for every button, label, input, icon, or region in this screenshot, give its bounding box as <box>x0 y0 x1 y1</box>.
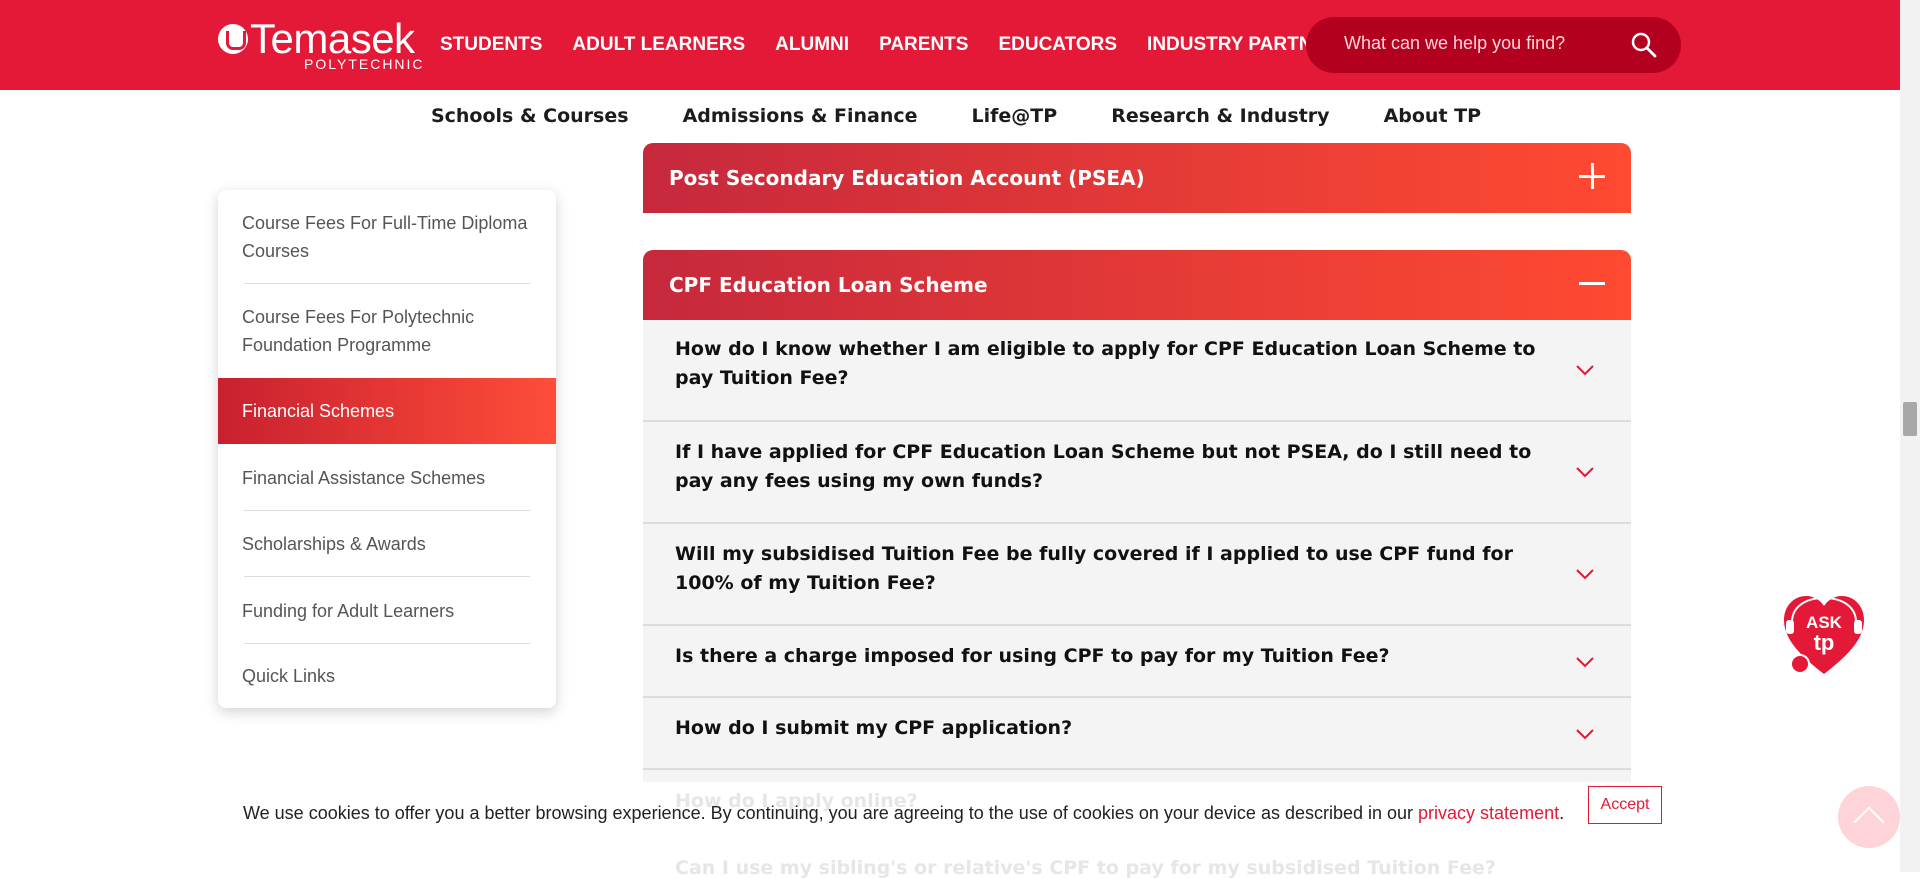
search-placeholder: What can we help you find? <box>1344 33 1566 53</box>
logo-subtitle: POLYTECHNIC <box>304 56 425 72</box>
subnav-admissions-finance[interactable]: Admissions & Finance <box>683 105 918 127</box>
main-nav: STUDENTS ADULT LEARNERS ALUMNI PARENTS E… <box>440 0 1352 90</box>
sidebar-item-label: Course Fees For Full-Time Diploma Course… <box>242 213 528 261</box>
top-header: Temasek POLYTECHNIC STUDENTS ADULT LEARN… <box>0 0 1900 90</box>
logo-icon <box>218 24 248 54</box>
sidebar-item-scholarships[interactable]: Scholarships & Awards <box>218 511 556 577</box>
faq-question: If I have applied for CPF Education Loan… <box>675 441 1532 492</box>
temasek-logo[interactable]: Temasek POLYTECHNIC <box>216 16 423 76</box>
accordion-title: CPF Education Loan Scheme <box>669 273 988 297</box>
tp-label: tp <box>1814 630 1835 655</box>
accordion-cpf[interactable]: CPF Education Loan Scheme <box>643 250 1631 320</box>
secondary-nav: Schools & Courses Admissions & Finance L… <box>0 90 1900 142</box>
scrollbar-track[interactable] <box>1900 0 1920 872</box>
cookie-text: We use cookies to offer you a better bro… <box>243 803 1419 823</box>
cookie-message: We use cookies to offer you a better bro… <box>243 803 1564 824</box>
sidebar-item-financial-assistance[interactable]: Financial Assistance Schemes <box>218 444 556 511</box>
faq-question: How do I know whether I am eligible to a… <box>675 338 1536 389</box>
nav-students[interactable]: STUDENTS <box>440 34 542 56</box>
back-to-top-button[interactable] <box>1838 786 1900 848</box>
faq-question: Can I use my sibling's or relative's CPF… <box>675 857 1496 879</box>
search-input[interactable]: What can we help you find? <box>1306 17 1681 73</box>
faq-question: Is there a charge imposed for using CPF … <box>675 645 1390 667</box>
nav-educators[interactable]: EDUCATORS <box>998 34 1117 56</box>
minus-icon[interactable] <box>1579 270 1605 296</box>
sidebar: Course Fees For Full-Time Diploma Course… <box>218 190 556 708</box>
chevron-down-icon[interactable] <box>1575 564 1595 584</box>
nav-adult-learners[interactable]: ADULT LEARNERS <box>572 34 745 56</box>
sidebar-item-label: Financial Schemes <box>242 401 395 421</box>
accept-cookies-button[interactable]: Accept <box>1588 786 1662 824</box>
sidebar-item-adult-funding[interactable]: Funding for Adult Learners <box>218 577 556 644</box>
faq-item[interactable]: Is there a charge imposed for using CPF … <box>643 626 1631 698</box>
nav-parents[interactable]: PARENTS <box>879 34 968 56</box>
sidebar-item-label: Quick Links <box>242 666 336 686</box>
sidebar-item-label: Financial Assistance Schemes <box>242 467 486 488</box>
sidebar-item-label: Course Fees For Polytechnic Foundation P… <box>242 307 475 355</box>
cookie-end: . <box>1559 803 1565 823</box>
faq-question: How do I submit my CPF application? <box>675 717 1073 739</box>
faq-item[interactable]: Will my subsidised Tuition Fee be fully … <box>643 524 1631 626</box>
sidebar-item-quick-links[interactable]: Quick Links <box>218 644 556 708</box>
sidebar-item-label: Scholarships & Awards <box>242 534 426 554</box>
privacy-statement-link[interactable]: privacy statement <box>1418 803 1559 823</box>
chevron-down-icon[interactable] <box>1575 360 1595 380</box>
sidebar-item-financial-schemes[interactable]: Financial Schemes <box>218 378 556 444</box>
faq-item[interactable]: If I have applied for CPF Education Loan… <box>643 422 1631 524</box>
scrollbar-thumb[interactable] <box>1903 402 1917 436</box>
subnav-life-at-tp[interactable]: Life@TP <box>972 105 1058 127</box>
sidebar-item-course-fees-diploma[interactable]: Course Fees For Full-Time Diploma Course… <box>218 190 556 284</box>
faq-item[interactable]: How do I submit my CPF application? <box>643 698 1631 770</box>
plus-icon[interactable] <box>1579 163 1605 189</box>
search-icon[interactable] <box>1630 31 1658 59</box>
subnav-research-industry[interactable]: Research & Industry <box>1111 105 1329 127</box>
subnav-schools-courses[interactable]: Schools & Courses <box>431 105 629 127</box>
subnav-about-tp[interactable]: About TP <box>1384 105 1481 127</box>
chevron-down-icon[interactable] <box>1575 652 1595 672</box>
ask-tp-chatbot-icon[interactable]: ASK tp <box>1778 590 1870 682</box>
faq-item[interactable]: How do I know whether I am eligible to a… <box>643 320 1631 422</box>
sidebar-item-label: Funding for Adult Learners <box>242 600 455 621</box>
chevron-down-icon[interactable] <box>1575 724 1595 744</box>
sidebar-item-course-fees-pfp[interactable]: Course Fees For Polytechnic Foundation P… <box>218 284 556 378</box>
chevron-down-icon[interactable] <box>1575 462 1595 482</box>
cookie-banner: How do I apply online? Can I use my sibl… <box>0 782 1900 879</box>
nav-alumni[interactable]: ALUMNI <box>775 34 849 56</box>
accordion-psea[interactable]: Post Secondary Education Account (PSEA) <box>643 143 1631 213</box>
faq-question: Will my subsidised Tuition Fee be fully … <box>675 543 1513 594</box>
accordion-title: Post Secondary Education Account (PSEA) <box>669 166 1145 190</box>
